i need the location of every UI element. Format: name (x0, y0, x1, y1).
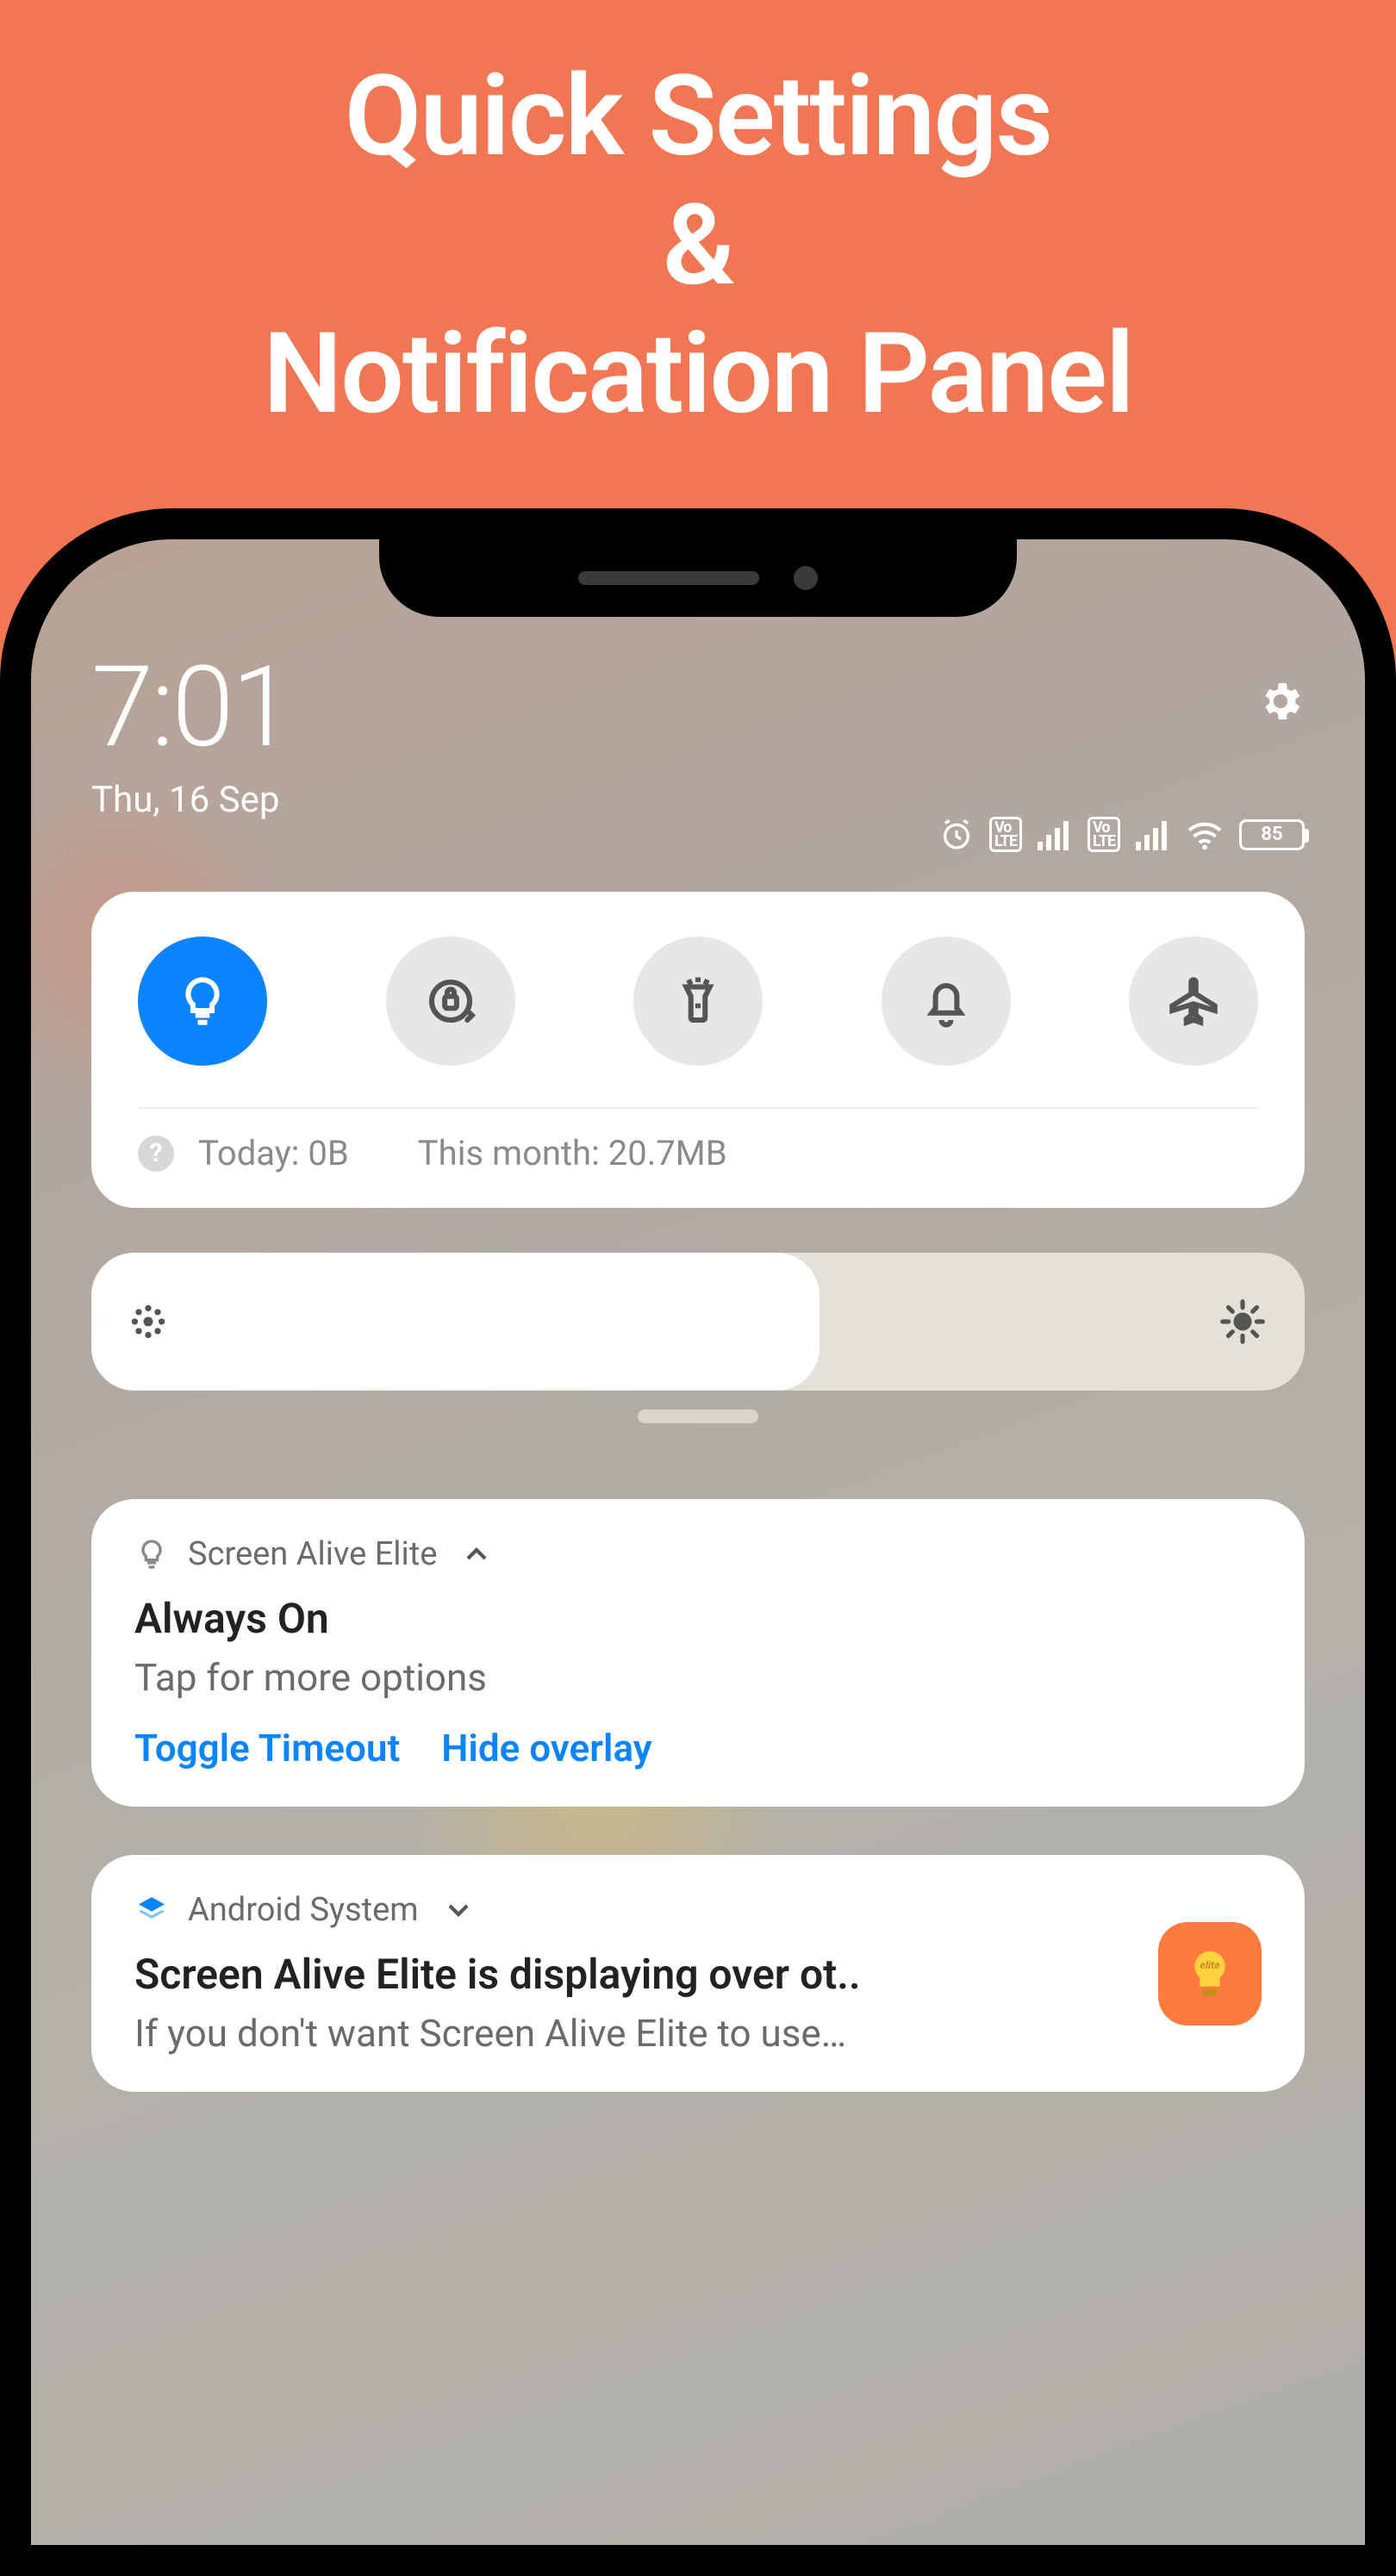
help-icon: ? (138, 1136, 174, 1172)
qs-tile-dnd[interactable] (882, 936, 1011, 1066)
notification-app-name: Screen Alive Elite (188, 1535, 437, 1573)
status-bar-icons: VoLTE VoLTE 85 (939, 817, 1305, 852)
airplane-icon (1165, 973, 1222, 1030)
battery-percent: 85 (1261, 824, 1282, 845)
phone-screen: 7:01 Thu, 16 Sep VoLTE VoLTE 85 (31, 539, 1365, 2545)
action-toggle-timeout[interactable]: Toggle Timeout (134, 1726, 400, 1770)
lightbulb-icon (134, 1537, 169, 1571)
wifi-icon (1186, 819, 1224, 850)
brightness-low-icon (129, 1303, 167, 1341)
signal-icon-1 (1038, 819, 1072, 850)
hero-line-1: Quick Settings (0, 52, 1396, 181)
notification-title: Screen Alive Elite is displaying over ot… (134, 1950, 1132, 1999)
signal-icon-2 (1136, 819, 1170, 850)
data-usage-row[interactable]: ? Today: 0B This month: 20.7MB (138, 1133, 1258, 1173)
camera-dot (794, 566, 818, 590)
phone-frame: 7:01 Thu, 16 Sep VoLTE VoLTE 85 (0, 508, 1396, 2576)
notification-app-name: Android System (188, 1891, 419, 1929)
clock: 7:01 (91, 651, 291, 763)
chevron-up-icon[interactable] (459, 1537, 494, 1571)
notification-title: Always On (134, 1594, 1262, 1643)
speaker-grill (578, 571, 759, 585)
data-today-label: Today: (198, 1133, 299, 1173)
layers-icon (134, 1893, 169, 1927)
lightbulb-icon: elite (1180, 1944, 1240, 2004)
hero-title: Quick Settings & Notification Panel (0, 0, 1396, 439)
brightness-fill (91, 1253, 820, 1391)
chevron-down-icon[interactable] (441, 1893, 476, 1927)
battery-indicator: 85 (1239, 819, 1305, 850)
app-icon-screen-alive-elite: elite (1158, 1922, 1262, 2025)
notch (379, 539, 1017, 617)
status-header: 7:01 Thu, 16 Sep (91, 651, 1305, 821)
qs-tile-rotation-lock[interactable] (386, 936, 515, 1066)
brightness-high-icon (1218, 1297, 1267, 1346)
rotation-lock-icon (422, 973, 479, 1030)
qs-tile-flashlight[interactable] (633, 936, 763, 1066)
date: Thu, 16 Sep (91, 779, 291, 821)
svg-text:elite: elite (1200, 1959, 1220, 1971)
settings-button[interactable] (1256, 677, 1305, 729)
brightness-slider[interactable] (91, 1253, 1305, 1391)
quick-settings-card: ? Today: 0B This month: 20.7MB (91, 892, 1305, 1208)
data-today-value: 0B (308, 1133, 348, 1173)
flashlight-icon (670, 973, 726, 1030)
action-hide-overlay[interactable]: Hide overlay (441, 1726, 651, 1770)
data-month-label: This month: (418, 1133, 600, 1173)
notification-android-system[interactable]: Android System Screen Alive Elite is dis… (91, 1855, 1305, 2092)
volte-badge-2: VoLTE (1088, 817, 1120, 852)
notification-subtitle: Tap for more options (134, 1655, 1262, 1700)
divider (138, 1107, 1258, 1109)
qs-tile-light[interactable] (138, 936, 267, 1066)
alarm-icon (939, 818, 974, 852)
panel-drag-handle[interactable] (638, 1409, 758, 1423)
bell-icon (918, 973, 975, 1030)
qs-tile-airplane[interactable] (1129, 936, 1258, 1066)
lightbulb-icon (174, 973, 231, 1030)
hero-line-3: Notification Panel (0, 309, 1396, 439)
hero-line-2: & (0, 181, 1396, 310)
notification-screen-alive[interactable]: Screen Alive Elite Always On Tap for mor… (91, 1499, 1305, 1807)
notification-subtitle: If you don't want Screen Alive Elite to … (134, 2011, 1132, 2056)
gear-icon (1256, 677, 1305, 725)
volte-badge-1: VoLTE (989, 817, 1022, 852)
data-month-value: 20.7MB (608, 1133, 727, 1173)
